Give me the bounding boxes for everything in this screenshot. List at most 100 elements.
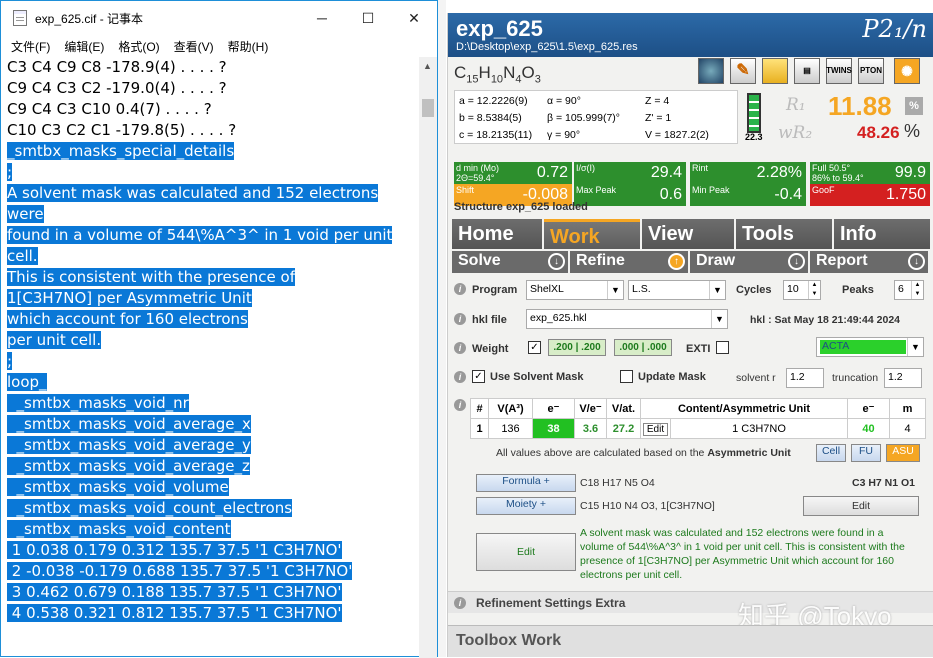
scroll-thumb[interactable]	[422, 99, 434, 117]
asu-button[interactable]: ASU	[886, 444, 920, 462]
notes-icon[interactable]: ▤	[794, 58, 820, 84]
program-select[interactable]: ShelXL ▼	[526, 280, 624, 300]
stat-label: GooF	[812, 185, 835, 195]
tab-work[interactable]: Work	[544, 219, 640, 249]
notepad-title: exp_625.cif - 记事本	[35, 11, 144, 26]
stat-value: 0.6	[659, 186, 682, 203]
peaks-stepper[interactable]: 6 ▲ ▼	[894, 280, 924, 300]
toolbox-bar[interactable]: Toolbox Work	[448, 625, 933, 657]
truncation-input[interactable]: 1.2	[884, 368, 922, 388]
selected-text-line: 2 -0.038 -0.179 0.688 135.7 37.5 '1 C3H7…	[7, 561, 419, 582]
hkl-label: hkl file	[472, 314, 507, 326]
structure-name: exp_625	[456, 16, 543, 41]
stepper-arrows-icon[interactable]: ▲ ▼	[808, 281, 820, 299]
cell-button[interactable]: Cell	[816, 444, 846, 462]
selected-text-line: 4 0.538 0.321 0.812 135.7 37.5 '1 C3H7NO…	[7, 603, 419, 624]
chevron-down-icon[interactable]: ↓	[908, 253, 925, 270]
selected-text-line: _smtbx_masks_void_volume	[7, 477, 419, 498]
menu-file[interactable]: 文件(F)	[11, 38, 50, 55]
maximize-icon[interactable]: ☐	[345, 1, 391, 35]
menu-edit[interactable]: 编辑(E)	[64, 38, 104, 55]
scroll-up-icon[interactable]: ▲	[423, 61, 432, 71]
info-icon[interactable]: i	[454, 283, 466, 295]
cell-b: b = 8.5384(5)	[459, 112, 522, 124]
selected-text-line: found in a volume of 544\%A^3^ in 1 void…	[7, 225, 419, 246]
selection-highlight: found in a volume of 544\%A^3^ in 1 void…	[7, 226, 393, 244]
subtab-solve[interactable]: Solve ↓	[452, 251, 568, 273]
chevron-up-icon[interactable]: ↑	[668, 253, 685, 270]
mask-table: # V(A³) e⁻ V/e⁻ V/at. Content/Asymmetric…	[470, 398, 926, 439]
selection-highlight: loop_	[7, 373, 47, 391]
pencil-icon[interactable]: ✎	[730, 58, 756, 84]
weight-checkbox[interactable]: ✓	[528, 341, 541, 354]
minimize-icon[interactable]: ─	[299, 1, 345, 35]
menu-format[interactable]: 格式(O)	[118, 38, 159, 55]
subtab-draw[interactable]: Draw ↓	[690, 251, 808, 273]
tab-home[interactable]: Home	[452, 219, 542, 249]
cycles-stepper[interactable]: 10 ▲ ▼	[783, 280, 821, 300]
cycles-value: 10	[787, 283, 799, 295]
olex2-panel: exp_625 D:\Desktop\exp_625\1.5\exp_625.r…	[447, 13, 933, 657]
info-icon[interactable]: i	[454, 597, 466, 609]
info-icon[interactable]: i	[454, 313, 466, 325]
notepad-text-area[interactable]: C3 C4 C9 C8 -178.9(4) . . . . ? C9 C4 C3 …	[1, 57, 419, 658]
acta-select[interactable]: ACTA ▼	[816, 337, 924, 357]
folder-icon[interactable]	[762, 58, 788, 84]
tab-info[interactable]: Info	[834, 219, 930, 249]
selected-text-line: _smtbx_masks_void_content	[7, 519, 419, 540]
stepper-arrows-icon[interactable]: ▲ ▼	[911, 281, 923, 299]
subtab-solve-label: Solve	[458, 252, 501, 269]
asu-note: All values above are calculated based on…	[496, 447, 791, 459]
selected-text-line: 1 0.038 0.179 0.312 135.7 37.5 '1 C3H7NO…	[7, 540, 419, 561]
stat-label: Max Peak	[576, 185, 617, 195]
formula-button[interactable]: Formula +	[476, 474, 576, 492]
hkl-select[interactable]: exp_625.hkl ▼	[526, 309, 728, 329]
tab-tools[interactable]: Tools	[736, 219, 832, 249]
details-edit-button[interactable]: Edit	[476, 533, 576, 571]
exti-checkbox[interactable]	[716, 341, 729, 354]
method-select[interactable]: L.S. ▼	[628, 280, 726, 300]
selection-highlight: _smtbx_masks_void_volume	[7, 478, 229, 496]
globe-icon[interactable]	[698, 58, 724, 84]
moiety-button[interactable]: Moiety +	[476, 497, 576, 515]
info-icon[interactable]: i	[454, 342, 466, 354]
close-icon[interactable]: ✕	[391, 1, 437, 35]
program-value: ShelXL	[530, 283, 564, 295]
stat-label: d min (Mo) 2Θ=59.4°	[456, 163, 500, 183]
subtab-report[interactable]: Report ↓	[810, 251, 928, 273]
cell-c: c = 18.2135(11)	[459, 129, 533, 141]
selection-highlight: cell.	[7, 247, 38, 265]
col-content: Content/Asymmetric Unit	[640, 398, 848, 419]
info-icon[interactable]: i	[454, 399, 466, 411]
update-mask-checkbox[interactable]	[620, 370, 633, 383]
pton-button[interactable]: PTON	[858, 58, 884, 84]
weight-button-2[interactable]: .000 | .000	[614, 339, 672, 356]
menu-help[interactable]: 帮助(H)	[228, 38, 269, 55]
twins-button[interactable]: TWINS	[826, 58, 852, 84]
weight-button-1[interactable]: .200 | .200	[548, 339, 606, 356]
content-edit-button[interactable]: Edit	[640, 418, 671, 439]
moiety-text: C15 H10 N4 O3, 1[C3H7NO]	[580, 500, 715, 512]
chevron-down-icon: ▼	[711, 310, 727, 328]
selected-text-line: loop_	[7, 372, 419, 393]
cell-beta: β = 105.999(7)°	[547, 112, 620, 124]
chevron-down-icon[interactable]: ↓	[548, 253, 565, 270]
stat-value: 0.72	[536, 164, 568, 181]
selection-highlight: _smtbx_masks_void_average_z	[7, 457, 250, 475]
selection-highlight: 1[C3H7NO] per Asymmetric Unit	[7, 289, 252, 307]
subtab-refine[interactable]: Refine ↑	[570, 251, 688, 273]
menu-view[interactable]: 查看(V)	[174, 38, 214, 55]
selected-text-line: 1[C3H7NO] per Asymmetric Unit	[7, 288, 419, 309]
fu-button[interactable]: FU	[851, 444, 881, 462]
vertical-scrollbar[interactable]: ▲	[419, 57, 437, 658]
info-icon[interactable]: i	[454, 371, 466, 383]
tab-view[interactable]: View	[642, 219, 734, 249]
solvent-r-input[interactable]: 1.2	[786, 368, 824, 388]
chevron-down-icon[interactable]: ↓	[788, 253, 805, 270]
structure-header: exp_625 D:\Desktop\exp_625\1.5\exp_625.r…	[448, 13, 933, 57]
solvent-mask-checkbox[interactable]: ✓	[472, 370, 485, 383]
settings-icon[interactable]: ✺	[894, 58, 920, 84]
selected-text-line: ;	[7, 351, 419, 372]
moiety-edit-button[interactable]: Edit	[803, 496, 919, 516]
selected-text-line: ;	[7, 162, 419, 183]
